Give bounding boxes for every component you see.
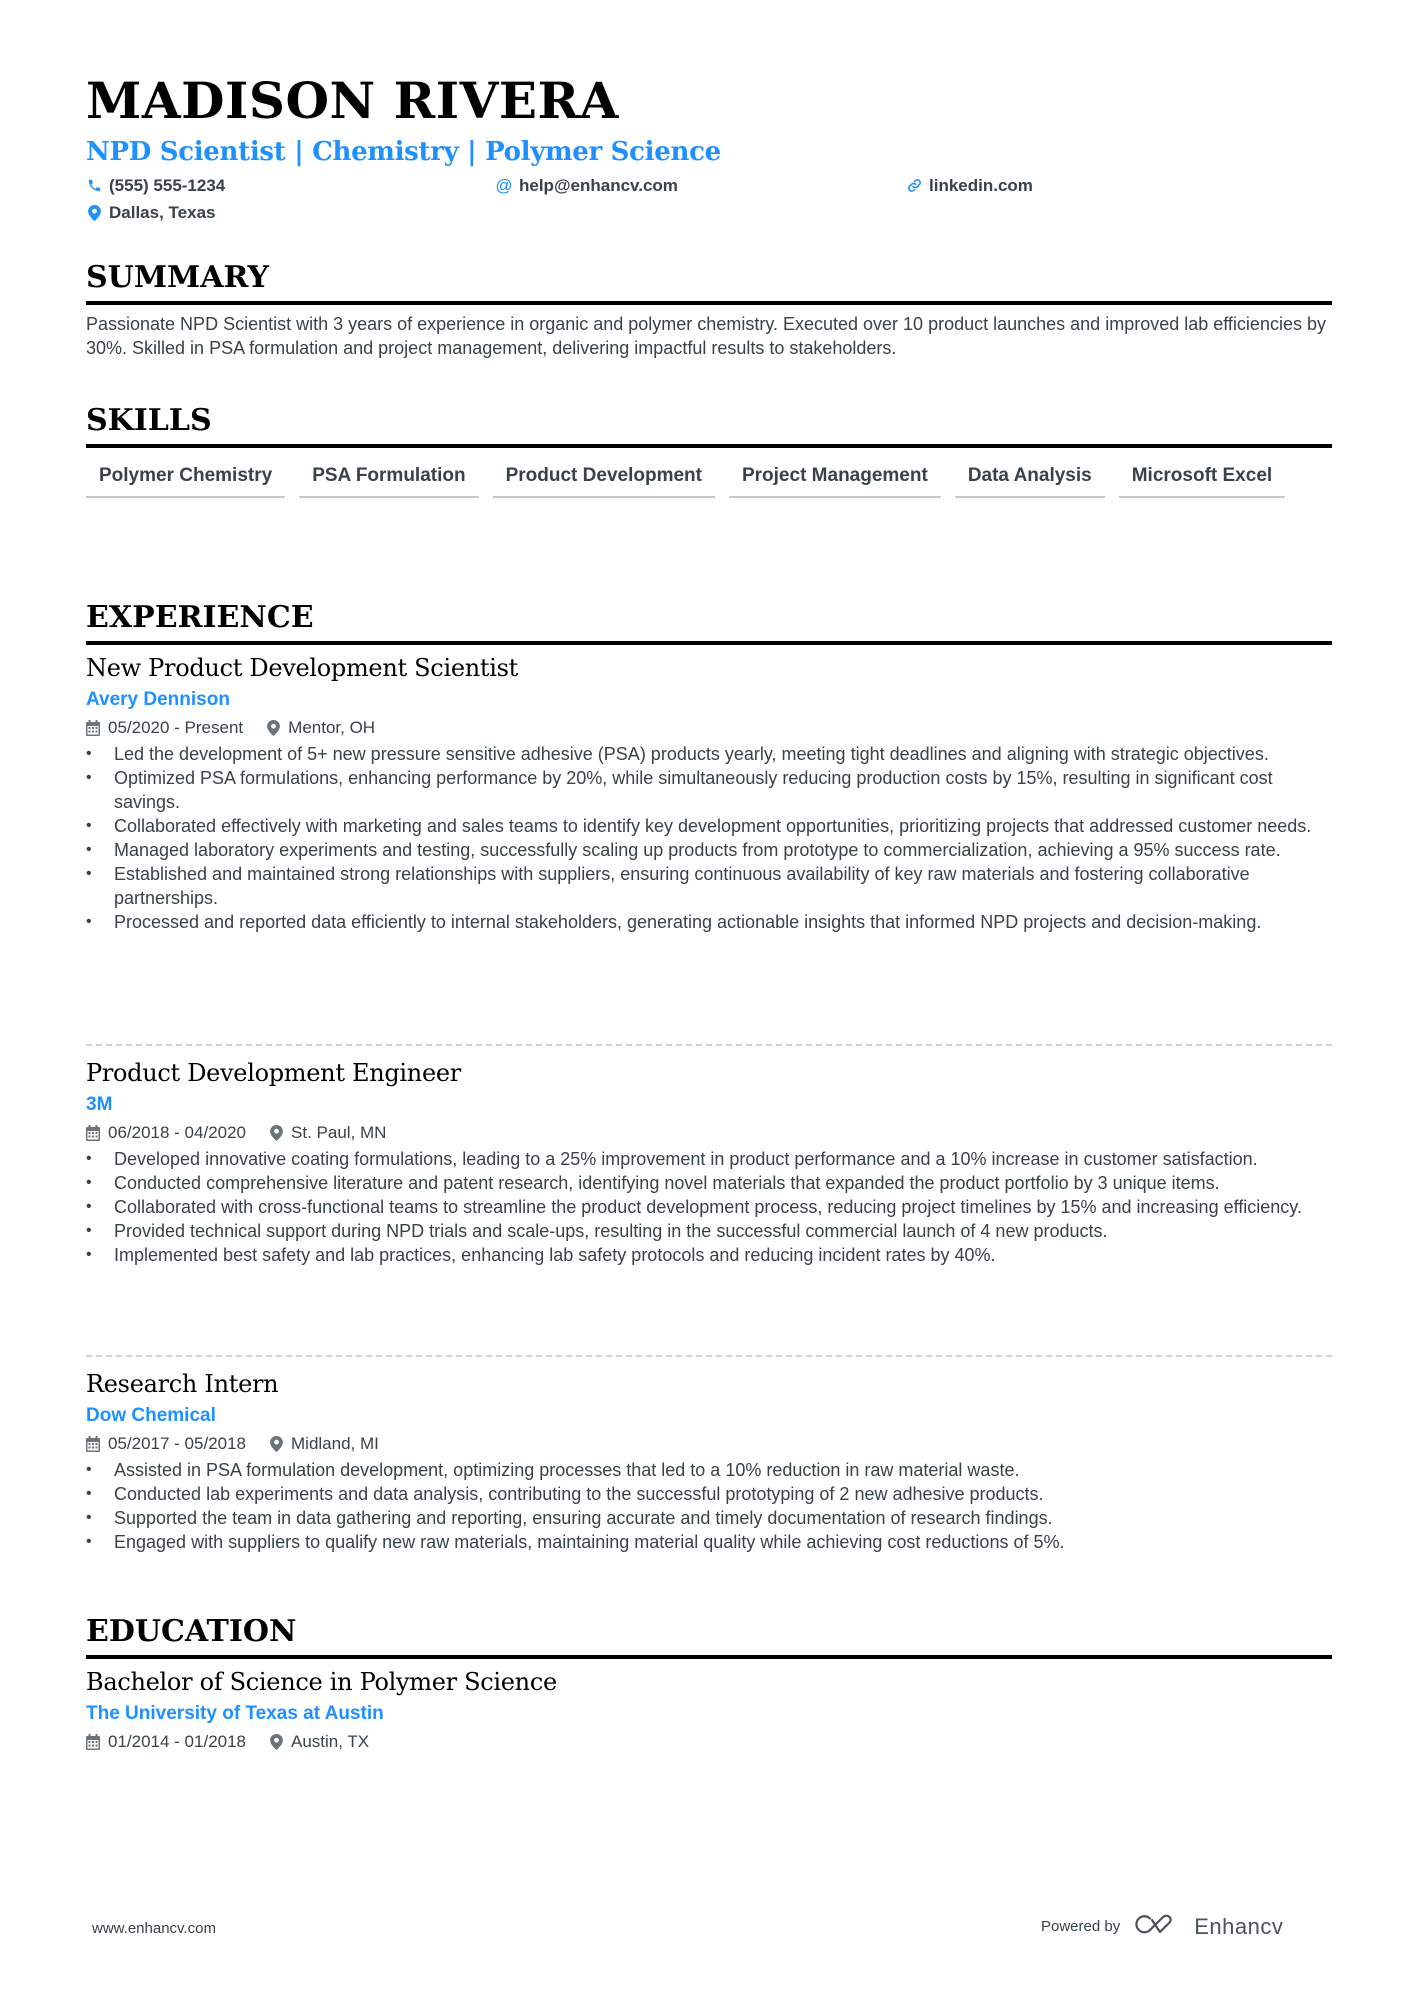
bullet-list: Led the development of 5+ new pressure s… — [86, 742, 1332, 934]
calendar-icon — [86, 1734, 100, 1750]
contact-location: Dallas, Texas — [86, 204, 215, 221]
skill-tag: Project Management — [728, 462, 941, 498]
education-entry: Bachelor of Science in Polymer Science T… — [86, 1667, 1332, 1753]
entry-dates: 05/2017 - 05/2018 — [108, 1434, 247, 1453]
entry-location: Mentor, OH — [288, 718, 376, 737]
entry-location: Austin, TX — [291, 1732, 370, 1751]
calendar-icon — [86, 720, 100, 736]
location-pin-icon — [270, 1734, 283, 1750]
linkedin-link[interactable]: linkedin.com — [929, 177, 1033, 194]
calendar-icon — [86, 1125, 100, 1141]
location-pin-icon — [86, 204, 102, 221]
bullet-item: Conducted comprehensive literature and p… — [86, 1171, 1332, 1195]
bullet-list: Developed innovative coating formulation… — [86, 1147, 1332, 1267]
phone-number[interactable]: (555) 555-1234 — [109, 177, 225, 194]
job-title: New Product Development Scientist — [86, 654, 518, 682]
school-name: The University of Texas at Austin — [86, 1703, 384, 1724]
job-title: Research Intern — [86, 1370, 279, 1398]
footer-website[interactable]: www.enhancv.com — [92, 1920, 216, 1937]
bullet-item: Optimized PSA formulations, enhancing pe… — [86, 766, 1332, 814]
entry-meta: 06/2018 - 04/2020 St. Paul, MN — [86, 1122, 1332, 1144]
bullet-item: Developed innovative coating formulation… — [86, 1147, 1332, 1171]
at-icon: @ — [495, 176, 513, 195]
candidate-headline: NPD Scientist | Chemistry | Polymer Scie… — [86, 137, 721, 167]
experience-entry: Research Intern Dow Chemical 05/2017 - 0… — [86, 1369, 1332, 1554]
phone-icon — [86, 178, 102, 194]
skills-list: Polymer Chemistry PSA Formulation Produc… — [86, 462, 1332, 498]
entry-location: St. Paul, MN — [291, 1123, 387, 1142]
enhancv-brand[interactable]: Enhancv — [1194, 1914, 1283, 1940]
enhancv-logo-icon — [1134, 1911, 1180, 1942]
summary-text: Passionate NPD Scientist with 3 years of… — [86, 314, 1326, 358]
skill-tag: Product Development — [492, 462, 715, 498]
bullet-item: Engaged with suppliers to qualify new ra… — [86, 1530, 1332, 1554]
calendar-icon — [86, 1436, 100, 1452]
experience-entry: New Product Development Scientist Avery … — [86, 653, 1332, 934]
bullet-item: Assisted in PSA formulation development,… — [86, 1458, 1332, 1482]
entry-divider — [86, 1044, 1332, 1046]
location-pin-icon — [267, 720, 281, 736]
powered-by-label: Powered by — [1041, 1918, 1121, 1935]
link-icon — [906, 178, 922, 194]
bullet-item: Processed and reported data efficiently … — [86, 910, 1332, 934]
company-name: 3M — [86, 1094, 113, 1115]
entry-meta: 05/2020 - Present Mentor, OH — [86, 717, 1332, 739]
skill-tag: Microsoft Excel — [1118, 462, 1286, 498]
location-pin-icon — [270, 1125, 283, 1141]
email-address[interactable]: help@enhancv.com — [519, 177, 678, 194]
section-title-experience: EXPERIENCE — [86, 603, 1332, 645]
bullet-item: Led the development of 5+ new pressure s… — [86, 742, 1332, 766]
entry-dates: 06/2018 - 04/2020 — [108, 1123, 247, 1142]
bullet-item: Collaborated effectively with marketing … — [86, 814, 1332, 838]
bullet-list: Assisted in PSA formulation development,… — [86, 1458, 1332, 1554]
section-title-summary: SUMMARY — [86, 263, 1332, 305]
candidate-name: MADISON RIVERA — [86, 71, 619, 130]
bullet-item: Supported the team in data gathering and… — [86, 1506, 1332, 1530]
company-name: Avery Dennison — [86, 689, 230, 710]
skill-tag: PSA Formulation — [299, 462, 479, 498]
skill-tag: Data Analysis — [954, 462, 1105, 498]
entry-dates: 05/2020 - Present — [108, 718, 244, 737]
contact-email: @ help@enhancv.com — [495, 176, 678, 195]
entry-dates: 01/2014 - 01/2018 — [108, 1732, 247, 1751]
contact-linkedin: linkedin.com — [906, 177, 1033, 194]
bullet-item: Implemented best safety and lab practice… — [86, 1243, 1332, 1267]
bullet-item: Collaborated with cross-functional teams… — [86, 1195, 1332, 1219]
footer-powered-by: Powered by Enhancv — [1041, 1911, 1283, 1942]
section-title-education: EDUCATION — [86, 1617, 1332, 1659]
entry-meta: 01/2014 - 01/2018 Austin, TX — [86, 1731, 1332, 1753]
skill-tag: Polymer Chemistry — [86, 462, 286, 498]
degree-title: Bachelor of Science in Polymer Science — [86, 1668, 557, 1696]
location-pin-icon — [270, 1436, 283, 1452]
bullet-item: Managed laboratory experiments and testi… — [86, 838, 1332, 862]
job-title: Product Development Engineer — [86, 1059, 461, 1087]
location-text: Dallas, Texas — [109, 203, 216, 222]
entry-meta: 05/2017 - 05/2018 Midland, MI — [86, 1433, 1332, 1455]
bullet-item: Conducted lab experiments and data analy… — [86, 1482, 1332, 1506]
entry-location: Midland, MI — [291, 1434, 379, 1453]
bullet-item: Provided technical support during NPD tr… — [86, 1219, 1332, 1243]
bullet-item: Established and maintained strong relati… — [86, 862, 1332, 910]
contact-phone: (555) 555-1234 — [86, 177, 225, 194]
entry-divider — [86, 1355, 1332, 1357]
company-name: Dow Chemical — [86, 1405, 216, 1426]
section-title-skills: SKILLS — [86, 406, 1332, 448]
experience-entry: Product Development Engineer 3M 06/2018 … — [86, 1058, 1332, 1267]
